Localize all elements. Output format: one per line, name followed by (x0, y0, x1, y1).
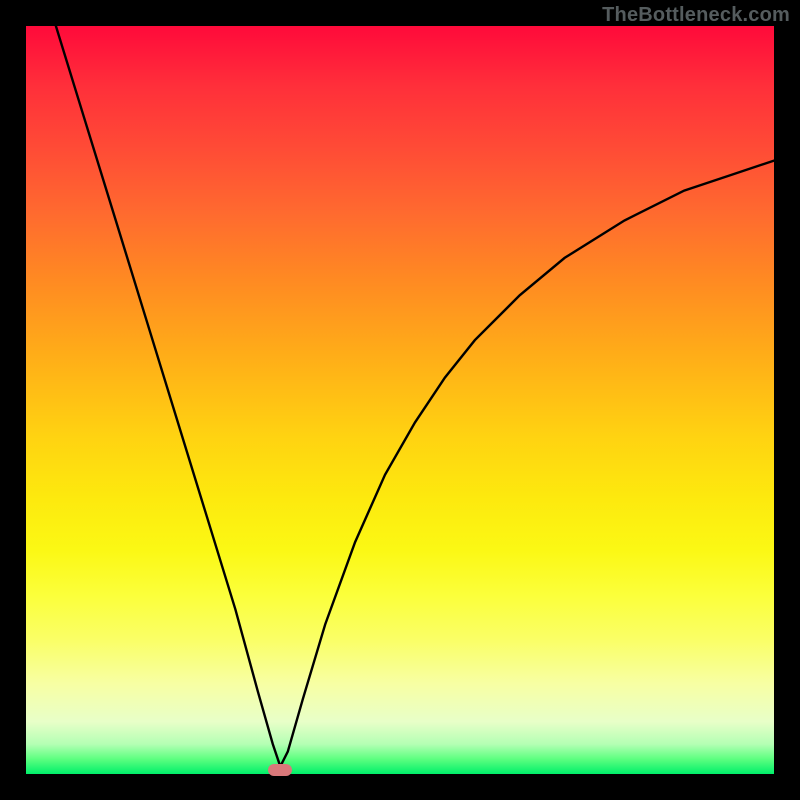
chart-frame: TheBottleneck.com (0, 0, 800, 800)
optimal-point-marker (268, 764, 292, 776)
bottleneck-curve (26, 0, 774, 766)
watermark: TheBottleneck.com (602, 4, 790, 27)
curve-layer (26, 26, 774, 774)
